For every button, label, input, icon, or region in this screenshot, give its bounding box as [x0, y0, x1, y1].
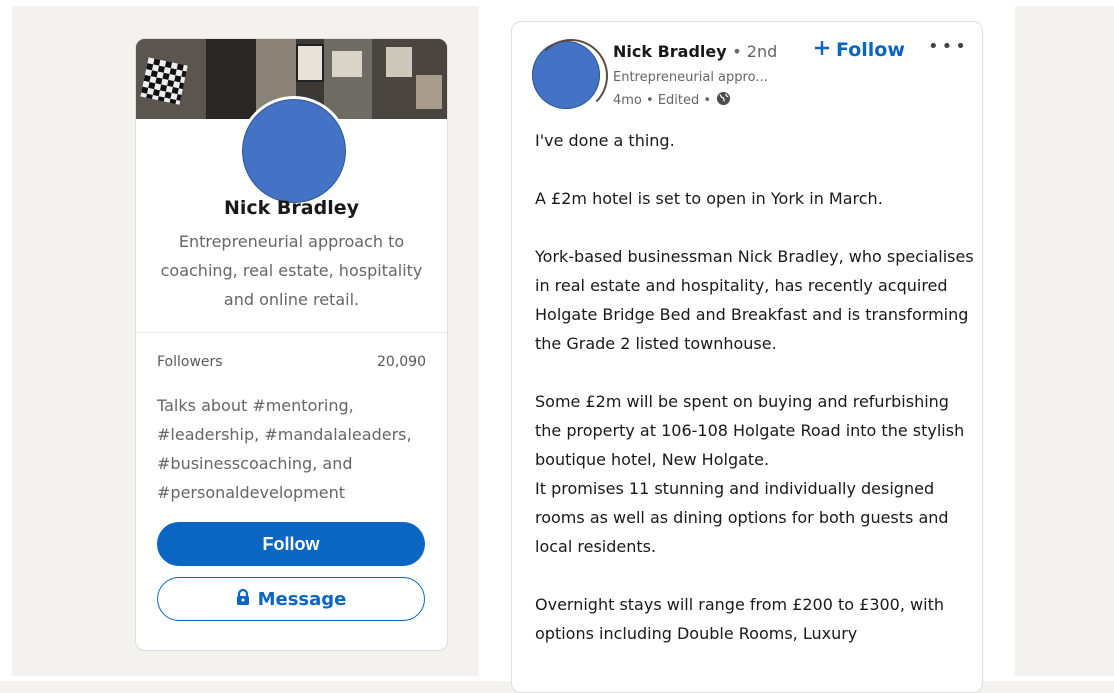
more-options-icon[interactable]: ••• — [928, 36, 969, 57]
message-label: Message — [257, 588, 347, 610]
lock-icon — [236, 588, 250, 610]
plus-icon — [814, 39, 830, 61]
globe-icon — [716, 91, 731, 110]
profile-avatar[interactable] — [239, 96, 349, 206]
post-meta: 4mo • Edited • — [613, 91, 731, 110]
post-author-name[interactable]: Nick Bradley • 2nd — [613, 42, 777, 61]
post-paragraph: Overnight stays will range from £200 to … — [535, 595, 944, 643]
profile-headline: Entrepreneurial approach to coaching, re… — [160, 232, 423, 309]
post-paragraph: I've done a thing. — [535, 131, 675, 150]
post-author-headline: Entrepreneurial appro... — [613, 70, 768, 85]
connection-degree: • 2nd — [732, 42, 778, 61]
post-paragraph: Some £2m will be spent on buying and ref… — [535, 392, 965, 556]
followers-label: Followers — [157, 354, 223, 370]
post-follow-label: Follow — [836, 39, 905, 61]
followers-count: 20,090 — [377, 354, 426, 370]
post-author-name-text: Nick Bradley — [613, 42, 727, 61]
post-body: I've done a thing. A £2m hotel is set to… — [535, 126, 975, 648]
post-follow-button[interactable]: Follow — [814, 39, 905, 61]
post-paragraph: A £2m hotel is set to open in York in Ma… — [535, 189, 883, 208]
profile-name[interactable]: Nick Bradley — [136, 197, 447, 219]
post-card: Nick Bradley • 2nd Entrepreneurial appro… — [511, 21, 983, 693]
post-paragraph: York-based businessman Nick Bradley, who… — [535, 247, 974, 353]
talks-about: Talks about #mentoring, #leadership, #ma… — [157, 396, 412, 502]
follow-button[interactable]: Follow — [157, 522, 425, 566]
left-edge — [0, 0, 12, 681]
post-time: 4mo • Edited • — [613, 93, 712, 108]
message-button[interactable]: Message — [157, 577, 425, 621]
divider — [136, 332, 447, 333]
post-author-avatar[interactable] — [532, 39, 608, 113]
profile-card: Nick Bradley Entrepreneurial approach to… — [135, 38, 448, 651]
